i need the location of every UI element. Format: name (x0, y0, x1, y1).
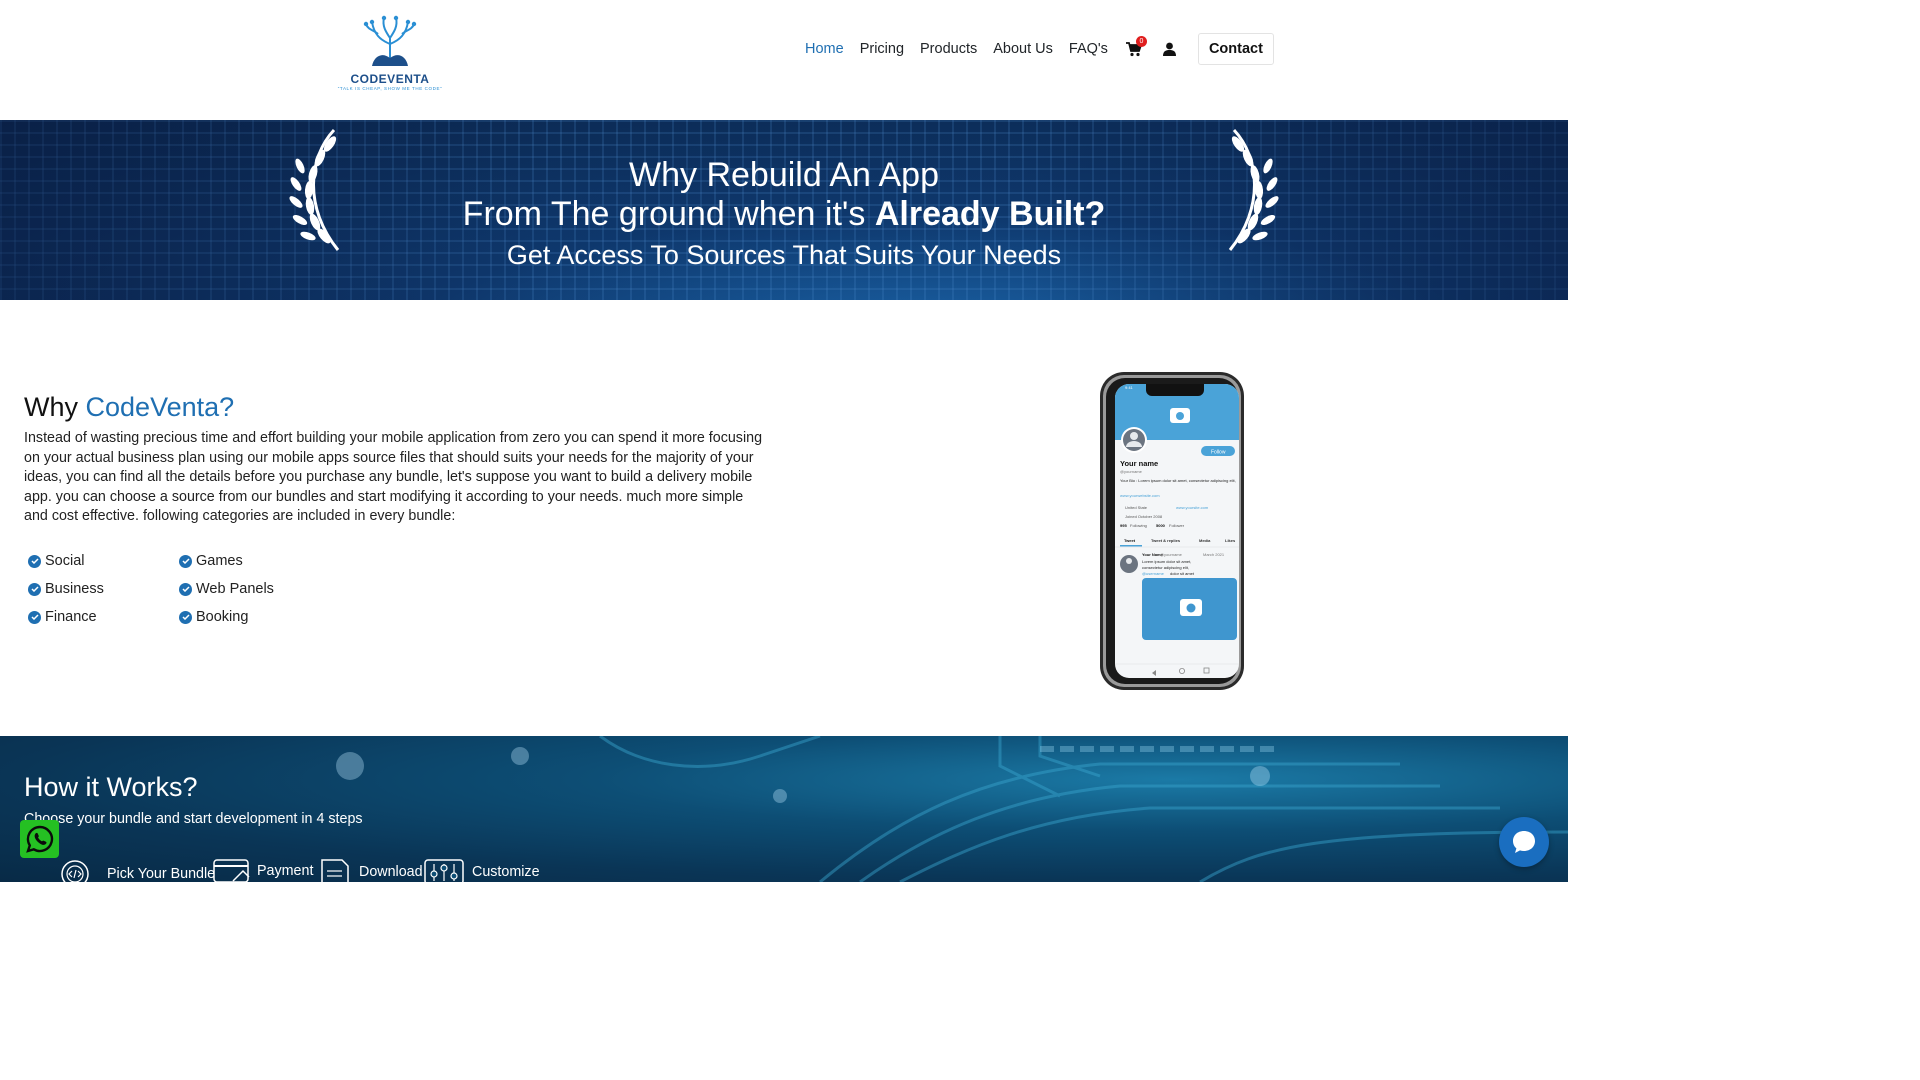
nav-products[interactable]: Products (912, 41, 985, 57)
svg-text:@yourname: @yourname (1160, 552, 1183, 557)
nav-home[interactable]: Home (797, 41, 852, 57)
whatsapp-button[interactable] (20, 820, 59, 858)
settings-sliders-icon (424, 859, 464, 885)
why-heading: Why CodeVenta? (24, 392, 235, 422)
logo-tree-icon (363, 15, 417, 66)
category-item: Finance (28, 609, 97, 625)
category-item: Web Panels (179, 581, 274, 597)
phone-time: 9:41 (1125, 385, 1134, 390)
hero-heading-line1: Why Rebuild An App (629, 156, 939, 194)
category-item: Business (28, 581, 104, 597)
category-item: Booking (179, 609, 248, 625)
account-button[interactable] (1152, 33, 1188, 65)
phone-profile-bio: Your Bio : Lorem ipsum dolor sit amet, c… (1120, 478, 1236, 483)
document-download-icon (321, 859, 349, 885)
svg-text:995: 995 (1120, 523, 1127, 528)
step-download: Download (320, 859, 423, 885)
logo-tagline: "TALK IS CHEAP, SHOW ME THE CODE" (337, 86, 443, 91)
svg-text:@username: @username (1142, 571, 1165, 576)
phone-profile-link: www.yourwebsite.com (1120, 493, 1160, 498)
phone-profile-location: United State (1125, 505, 1148, 510)
phone-follow-button: Follow (1211, 450, 1226, 456)
camera-icon (1170, 408, 1190, 423)
phone-profile-joined: Joined October 2008 (1125, 514, 1163, 519)
codeventa-logo[interactable]: CODEVENTA "TALK IS CHEAP, SHOW ME THE CO… (330, 14, 450, 94)
cart-button[interactable]: 0 (1116, 33, 1152, 65)
nav-about-us[interactable]: About Us (985, 41, 1061, 57)
svg-text:March 2021: March 2021 (1203, 552, 1225, 557)
why-heading-brand: CodeVenta? (85, 392, 235, 422)
hero-banner: Why Rebuild An App From The ground when … (0, 120, 1568, 300)
svg-text:Follower: Follower (1169, 523, 1185, 528)
category-item: Social (28, 553, 85, 569)
how-heading: How it Works? (24, 772, 198, 802)
check-circle-icon (179, 582, 192, 596)
chat-bubble-icon (1513, 831, 1535, 853)
phone-mockup: 9:41 Follow Your name @yourname Your Bio… (1100, 372, 1244, 690)
svg-text:Likes: Likes (1225, 538, 1236, 543)
hero-subheading: Get Access To Sources That Suits Your Ne… (506, 240, 1062, 270)
phone-profile-website: www.yoursite.com (1176, 505, 1209, 510)
site-header: CODEVENTA "TALK IS CHEAP, SHOW ME THE CO… (0, 0, 1568, 120)
nav-pricing[interactable]: Pricing (852, 41, 912, 57)
svg-text:consectetur adipiscing elit,: consectetur adipiscing elit, (1142, 565, 1189, 570)
how-subheading: Choose your bundle and start development… (24, 811, 363, 827)
credit-card-icon (213, 859, 250, 883)
hero-heading-line2: From The ground when it's Already Built? (462, 195, 1106, 233)
user-icon (1163, 42, 1177, 56)
contact-button[interactable]: Contact (1197, 33, 1274, 65)
why-description: Instead of wasting precious time and eff… (24, 430, 763, 525)
step-pick-bundle: Pick Your Bundle (60, 859, 215, 889)
step-payment: Payment (213, 859, 313, 883)
check-circle-icon (179, 554, 192, 568)
svg-text:Following: Following (1130, 523, 1147, 528)
phone-profile-handle: @yourname (1120, 469, 1143, 474)
check-circle-icon (28, 610, 41, 624)
camera-icon (1180, 599, 1202, 616)
svg-text:Media: Media (1199, 538, 1211, 543)
svg-text:5000: 5000 (1156, 523, 1166, 528)
svg-text:Lorem ipsum dolor sit amet,: Lorem ipsum dolor sit amet, (1142, 559, 1191, 564)
main-nav: Home Pricing Products About Us FAQ's 0 C… (797, 33, 1274, 65)
nav-faqs[interactable]: FAQ's (1061, 41, 1116, 57)
live-chat-button[interactable] (1499, 817, 1549, 867)
whatsapp-icon (25, 825, 53, 853)
hero-heading-emphasis: Already Built? (874, 195, 1106, 233)
check-circle-icon (28, 582, 41, 596)
svg-text:dolor sit amet: dolor sit amet (1170, 571, 1195, 576)
category-item: Games (179, 553, 243, 569)
code-circle-icon (61, 860, 89, 888)
check-circle-icon (28, 554, 41, 568)
check-circle-icon (179, 610, 192, 624)
logo-wordmark: CODEVENTA (350, 72, 430, 86)
svg-text:Tweet: Tweet (1124, 538, 1136, 543)
phone-profile-name: Your name (1120, 459, 1158, 468)
step-customize: Customize (424, 859, 540, 885)
svg-text:Tweet & replies: Tweet & replies (1151, 538, 1181, 543)
cart-count-badge: 0 (1135, 36, 1147, 47)
